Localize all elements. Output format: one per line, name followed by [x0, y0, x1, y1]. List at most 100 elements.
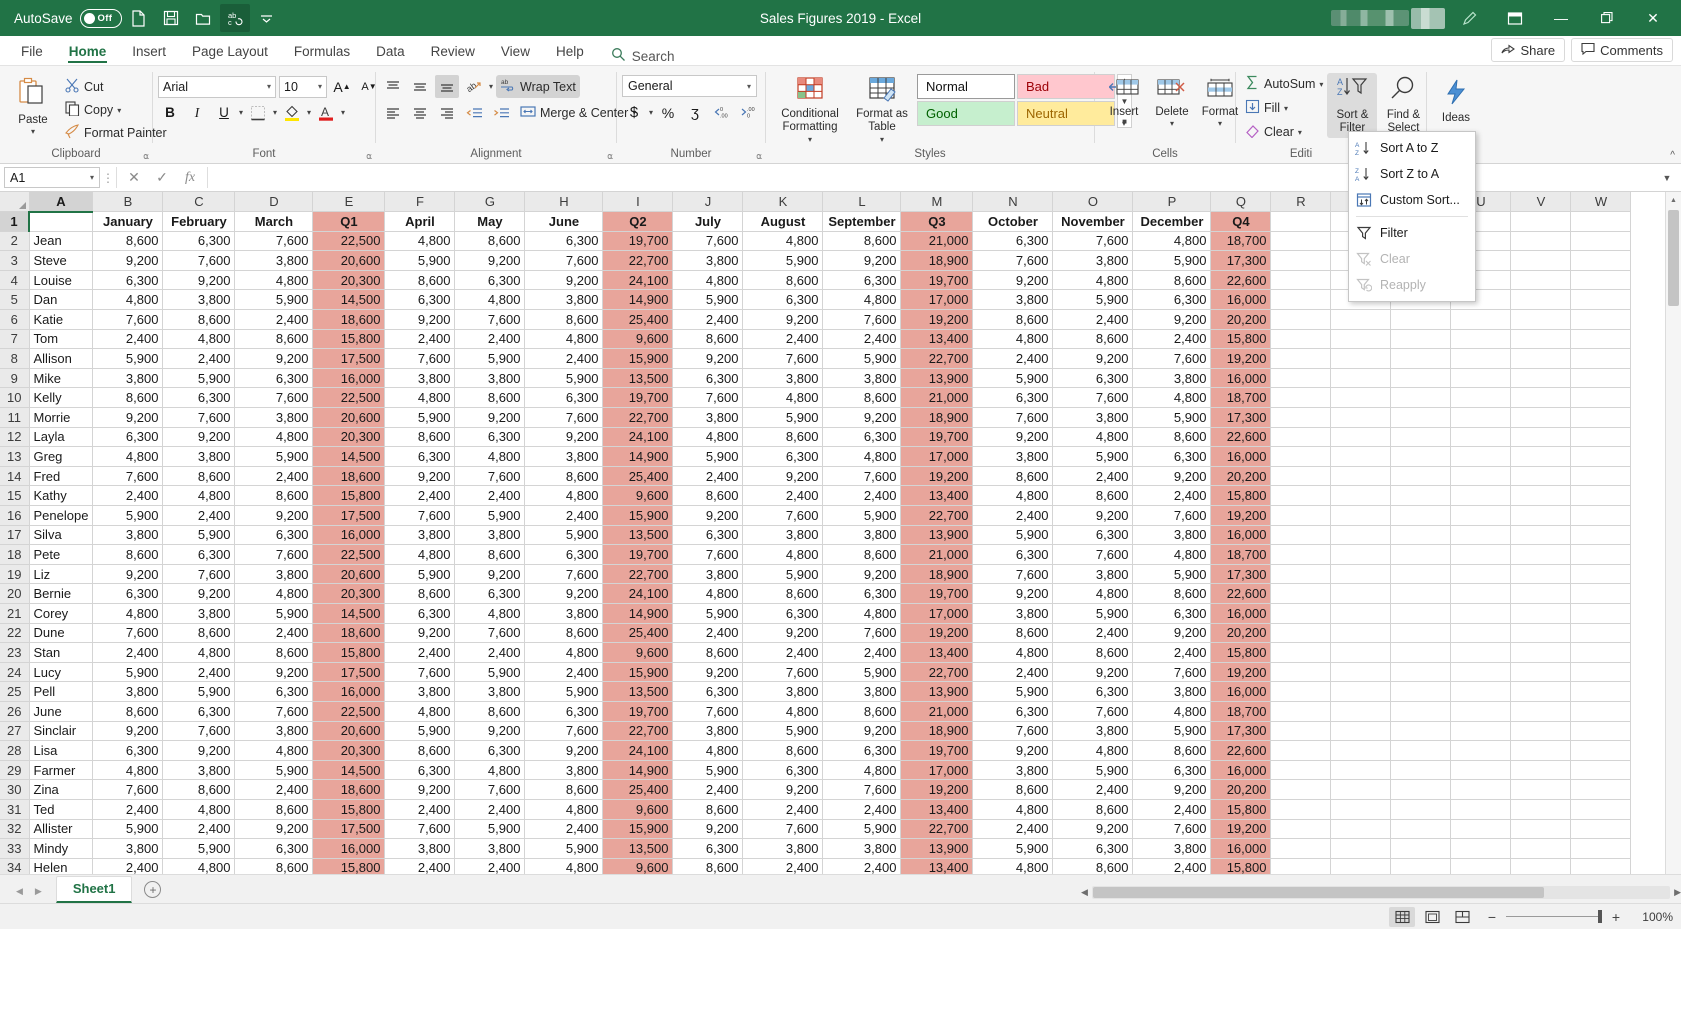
cell-V19[interactable] — [1510, 564, 1572, 585]
cell-F4[interactable]: 8,600 — [384, 270, 456, 291]
cell-N12[interactable]: 9,200 — [972, 427, 1054, 448]
menu-item-sort-a-to-z[interactable]: AZ Sort A to Z — [1349, 135, 1475, 161]
cell-V11[interactable] — [1510, 407, 1572, 428]
cell-G28[interactable]: 6,300 — [454, 740, 526, 761]
cell-N11[interactable]: 7,600 — [972, 407, 1054, 428]
cell-E2[interactable]: 22,500 — [312, 231, 386, 252]
cell-P7[interactable]: 2,400 — [1132, 329, 1212, 350]
cell-K24[interactable]: 7,600 — [742, 662, 824, 683]
cell-W31[interactable] — [1570, 799, 1632, 820]
cell-S20[interactable] — [1330, 583, 1392, 604]
cell-D20[interactable]: 4,800 — [234, 583, 314, 604]
row-header-32[interactable]: 32 — [0, 819, 30, 840]
cell-D8[interactable]: 9,200 — [234, 348, 314, 369]
row-header-3[interactable]: 3 — [0, 250, 30, 271]
cell-R4[interactable] — [1270, 270, 1332, 291]
align-center-button[interactable] — [408, 101, 432, 124]
cell-I24[interactable]: 15,900 — [602, 662, 674, 683]
cell-B25[interactable]: 3,800 — [92, 681, 164, 702]
cell-P23[interactable]: 2,400 — [1132, 642, 1212, 663]
cell-V32[interactable] — [1510, 819, 1572, 840]
cell-K21[interactable]: 6,300 — [742, 603, 824, 624]
cell-P27[interactable]: 5,900 — [1132, 721, 1212, 742]
cell-K13[interactable]: 6,300 — [742, 446, 824, 467]
cell-J24[interactable]: 9,200 — [672, 662, 744, 683]
cell-T30[interactable] — [1390, 779, 1452, 800]
cell-A13[interactable]: Greg — [29, 446, 94, 467]
cell-N23[interactable]: 4,800 — [972, 642, 1054, 663]
cell-O29[interactable]: 5,900 — [1052, 760, 1134, 781]
cell-Q18[interactable]: 18,700 — [1210, 544, 1272, 565]
cell-M2[interactable]: 21,000 — [900, 231, 974, 252]
cell-G2[interactable]: 8,600 — [454, 231, 526, 252]
cell-E29[interactable]: 14,500 — [312, 760, 386, 781]
cell-F19[interactable]: 5,900 — [384, 564, 456, 585]
cell-L6[interactable]: 7,600 — [822, 309, 902, 330]
tab-formulas[interactable]: Formulas — [281, 40, 363, 65]
cell-V16[interactable] — [1510, 505, 1572, 526]
cell-E18[interactable]: 22,500 — [312, 544, 386, 565]
cell-M4[interactable]: 19,700 — [900, 270, 974, 291]
cell-F14[interactable]: 9,200 — [384, 466, 456, 487]
zoom-slider[interactable]: − + — [1485, 909, 1623, 925]
column-header-P[interactable]: P — [1132, 192, 1212, 213]
cell-B10[interactable]: 8,600 — [92, 387, 164, 409]
cell-O4[interactable]: 4,800 — [1052, 270, 1134, 291]
comma-style-button[interactable]: ʒ — [683, 101, 707, 124]
row-header-19[interactable]: 19 — [0, 564, 30, 585]
horizontal-scroll-thumb[interactable] — [1092, 887, 1544, 898]
row-header-31[interactable]: 31 — [0, 799, 30, 820]
cell-E13[interactable]: 14,500 — [312, 446, 386, 467]
cell-J9[interactable]: 6,300 — [672, 368, 744, 389]
cell-M21[interactable]: 17,000 — [900, 603, 974, 624]
cell-O6[interactable]: 2,400 — [1052, 309, 1134, 330]
cell-K27[interactable]: 5,900 — [742, 721, 824, 742]
cell-C14[interactable]: 8,600 — [162, 466, 236, 487]
cell-S8[interactable] — [1330, 348, 1392, 369]
cell-G24[interactable]: 5,900 — [454, 662, 526, 683]
cell-R34[interactable] — [1270, 858, 1332, 874]
cell-K32[interactable]: 7,600 — [742, 819, 824, 840]
cell-T28[interactable] — [1390, 740, 1452, 761]
cell-R27[interactable] — [1270, 721, 1332, 742]
cell-N21[interactable]: 3,800 — [972, 603, 1054, 624]
cell-P5[interactable]: 6,300 — [1132, 289, 1212, 311]
cell-Q20[interactable]: 22,600 — [1210, 583, 1272, 604]
cell-D9[interactable]: 6,300 — [234, 368, 314, 389]
cell-J29[interactable]: 5,900 — [672, 760, 744, 781]
conditional-formatting-chevron-down-icon[interactable]: ▾ — [808, 135, 812, 144]
cell-L8[interactable]: 5,900 — [822, 348, 902, 369]
cell-O8[interactable]: 9,200 — [1052, 348, 1134, 369]
font-color-button[interactable]: A — [314, 101, 338, 124]
cell-K16[interactable]: 7,600 — [742, 505, 824, 526]
cell-I28[interactable]: 24,100 — [602, 740, 674, 761]
page-layout-view-button[interactable] — [1419, 907, 1445, 927]
cell-K8[interactable]: 7,600 — [742, 348, 824, 369]
header-cell-D1[interactable]: March — [234, 211, 314, 232]
cell-E14[interactable]: 18,600 — [312, 466, 386, 487]
cell-H13[interactable]: 3,800 — [524, 446, 604, 467]
cell-E11[interactable]: 20,600 — [312, 407, 386, 428]
clear-button[interactable]: Clear ▾ — [1241, 121, 1327, 143]
cell-B20[interactable]: 6,300 — [92, 583, 164, 604]
cell-F12[interactable]: 8,600 — [384, 427, 456, 448]
paste-chevron-down-icon[interactable]: ▾ — [31, 127, 35, 136]
cell-J4[interactable]: 4,800 — [672, 270, 744, 291]
cell-R12[interactable] — [1270, 427, 1332, 448]
fill-color-chevron-down-icon[interactable]: ▾ — [307, 108, 311, 117]
cell-G33[interactable]: 3,800 — [454, 838, 526, 859]
cell-F34[interactable]: 2,400 — [384, 858, 456, 874]
cell-B9[interactable]: 3,800 — [92, 368, 164, 389]
customize-qat-chevron-icon[interactable] — [252, 4, 282, 32]
cell-T13[interactable] — [1390, 446, 1452, 467]
cell-F7[interactable]: 2,400 — [384, 329, 456, 350]
cell-J8[interactable]: 9,200 — [672, 348, 744, 369]
cell-style-normal[interactable]: Normal — [917, 74, 1015, 99]
cell-J5[interactable]: 5,900 — [672, 289, 744, 311]
cell-N13[interactable]: 3,800 — [972, 446, 1054, 467]
cell-M31[interactable]: 13,400 — [900, 799, 974, 820]
cell-B13[interactable]: 4,800 — [92, 446, 164, 467]
cell-H2[interactable]: 6,300 — [524, 231, 604, 252]
cell-F23[interactable]: 2,400 — [384, 642, 456, 663]
cell-A30[interactable]: Zina — [29, 779, 94, 800]
